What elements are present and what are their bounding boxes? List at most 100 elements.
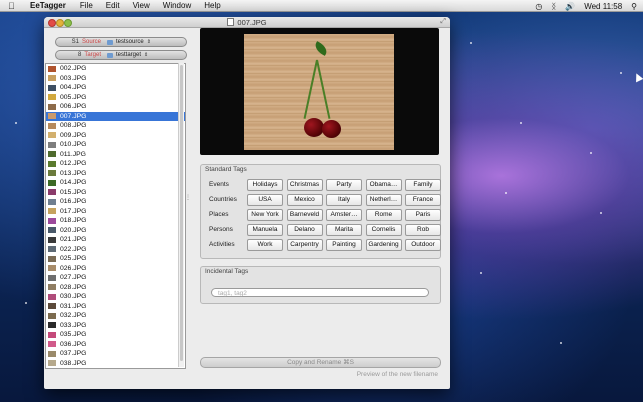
file-list-item[interactable]: 017.JPG [46,207,185,217]
tag-button[interactable]: Rome [365,208,402,221]
tag-button[interactable]: Rob [405,223,441,236]
tag-button[interactable]: Netherl… [365,193,402,206]
split-view-handle[interactable]: ⋮ [185,194,191,201]
file-list-item[interactable]: 038.JPG [46,359,185,369]
file-list-item[interactable]: 007.JPG [46,111,185,121]
star [470,42,472,44]
file-list[interactable]: 002.JPG 003.JPG 004.JPG 005.JPG 006.JPG 007.J… [45,63,186,369]
apple-menu-icon[interactable]:  [8,1,18,11]
file-list-item[interactable]: 006.JPG [46,102,185,112]
title-bar[interactable]: 007.JPG ⤢ [44,17,450,28]
incidental-tags-input[interactable]: tag1, tag2 [211,288,429,297]
file-list-item[interactable]: 009.JPG [46,131,185,141]
star [15,122,17,124]
tag-button[interactable]: France [405,193,441,206]
menu-help[interactable]: Help [204,1,220,10]
file-list-item[interactable]: 025.JPG [46,254,185,264]
file-list-item[interactable]: 010.JPG [46,140,185,150]
menu-window[interactable]: Window [163,1,191,10]
file-list-item[interactable]: 021.JPG [46,235,185,245]
file-name: 010.JPG [60,141,87,149]
file-list-item[interactable]: 018.JPG [46,216,185,226]
spotlight-icon[interactable]: ⚲ [631,2,637,11]
file-list-item[interactable]: 011.JPG [46,150,185,160]
tag-button[interactable]: Christmas [286,178,323,191]
file-list-item[interactable]: 035.JPG [46,330,185,340]
file-list-item[interactable]: 036.JPG [46,340,185,350]
tag-button[interactable]: Work [247,238,283,251]
file-list-item[interactable]: 027.JPG [46,273,185,283]
thumbnail-icon [48,160,56,167]
star [620,72,622,74]
updown-arrows-icon: ⇕ [144,52,149,58]
file-list-item[interactable]: 022.JPG [46,245,185,255]
file-list-item[interactable]: 005.JPG [46,93,185,103]
file-name: 011.JPG [60,150,86,158]
thumbnail-icon [48,255,56,262]
file-name: 016.JPG [60,198,87,206]
file-list-item[interactable]: 033.JPG [46,321,185,331]
bluetooth-icon[interactable]: ᛝ [551,2,556,11]
file-list-item[interactable]: 014.JPG [46,178,185,188]
thumbnail-icon [48,198,56,205]
file-list-item[interactable]: 020.JPG [46,226,185,236]
time-machine-icon[interactable]: ◷ [535,2,542,11]
tag-button[interactable]: Painting [326,238,362,251]
target-label: 8 Target [56,52,101,58]
tag-button[interactable]: Italy [326,193,362,206]
file-list-item[interactable]: 004.JPG [46,83,185,93]
tag-button[interactable]: Barneveld [286,208,323,221]
source-folder-popup[interactable]: S1 Source testsource ⇕ [55,37,187,47]
file-list-item[interactable]: 016.JPG [46,197,185,207]
file-list-item[interactable]: 026.JPG [46,264,185,274]
tag-button[interactable]: Amster… [326,208,362,221]
file-list-item[interactable]: 030.JPG [46,292,185,302]
app-menu[interactable]: EeTagger [30,1,66,10]
file-list-item[interactable]: 003.JPG [46,74,185,84]
thumbnail-icon [48,322,56,329]
tag-button[interactable]: Delano [286,223,323,236]
tag-button[interactable]: Obama… [365,178,402,191]
file-list-item[interactable]: 031.JPG [46,302,185,312]
file-list-item[interactable]: 032.JPG [46,311,185,321]
menu-view[interactable]: View [133,1,150,10]
tag-row-places: Places New York Barneveld Amster… Rome Paris [209,208,445,221]
tag-button[interactable]: Carpentry [286,238,323,251]
tag-button[interactable]: Gardening [365,238,402,251]
file-list-item[interactable]: 037.JPG [46,349,185,359]
tag-button[interactable]: Party [326,178,362,191]
tag-row-persons: Persons Manuela Delano Marita Cornelis Rob [209,223,445,236]
copy-rename-button[interactable]: Copy and Rename ⌘S [200,357,441,368]
menu-file[interactable]: File [80,1,93,10]
file-list-scrollbar[interactable] [178,63,184,367]
menu-edit[interactable]: Edit [106,1,120,10]
volume-icon[interactable]: 🔊 [565,2,575,11]
tag-button[interactable]: New York [247,208,283,221]
tag-button[interactable]: Holidays [247,178,283,191]
file-list-item[interactable]: 008.JPG [46,121,185,131]
tag-button[interactable]: Family [405,178,441,191]
document-icon [227,18,235,26]
target-folder-popup[interactable]: 8 Target testtarget ⇕ [55,50,187,60]
star [560,342,562,344]
tag-button[interactable]: Manuela [247,223,283,236]
tag-button[interactable]: USA [247,193,283,206]
fullscreen-icon[interactable]: ⤢ [440,18,446,26]
thumbnail-icon [48,217,56,224]
tag-button[interactable]: Outdoor [405,238,441,251]
tag-button[interactable]: Marita [326,223,362,236]
file-list-item[interactable]: 013.JPG [46,169,185,179]
tag-button[interactable]: Cornelis [365,223,402,236]
file-list-item[interactable]: 015.JPG [46,188,185,198]
star [25,302,27,304]
file-name: 012.JPG [60,160,87,168]
tag-button[interactable]: Mexico [286,193,323,206]
clock[interactable]: Wed 11:58 [584,2,622,11]
scrollbar-thumb[interactable] [180,65,183,361]
file-list-item[interactable]: 002.JPG [46,64,185,74]
file-list-item[interactable]: 012.JPG [46,159,185,169]
tag-button[interactable]: Paris [405,208,441,221]
file-list-item[interactable]: 028.JPG [46,283,185,293]
tag-row-label: Events [209,181,229,188]
star [505,192,507,194]
